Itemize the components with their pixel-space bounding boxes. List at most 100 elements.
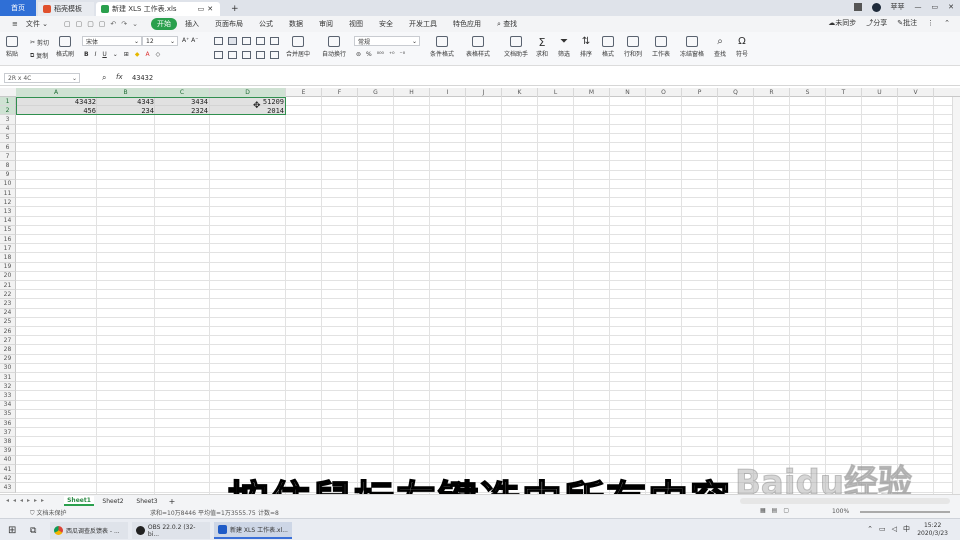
- row-header-16[interactable]: 16: [0, 235, 16, 245]
- column-header-s[interactable]: S: [790, 88, 826, 97]
- row-header-28[interactable]: 28: [0, 345, 16, 355]
- cell-d2[interactable]: 2014: [210, 107, 284, 116]
- tab-close-icon[interactable]: ✕: [207, 5, 213, 13]
- table-style-button[interactable]: 表格样式: [466, 36, 490, 58]
- minimize-icon[interactable]: —: [915, 3, 922, 11]
- merge-center-button[interactable]: 合并居中: [286, 36, 310, 58]
- row-header-40[interactable]: 40: [0, 455, 16, 465]
- clock[interactable]: 15:22 2020/3/23: [917, 522, 948, 538]
- row-header-23[interactable]: 23: [0, 299, 16, 309]
- maximize-icon[interactable]: ▭: [932, 3, 939, 11]
- bold-button[interactable]: B: [84, 51, 89, 58]
- row-header-37[interactable]: 37: [0, 428, 16, 438]
- share-button[interactable]: ⤴分享: [866, 18, 887, 28]
- menu-home[interactable]: 开始: [151, 18, 178, 30]
- fill-color-icon[interactable]: ◆: [135, 51, 140, 58]
- column-header-a[interactable]: A: [16, 88, 97, 97]
- column-header-l[interactable]: L: [538, 88, 574, 97]
- column-header-g[interactable]: G: [358, 88, 394, 97]
- vertical-scrollbar[interactable]: [952, 97, 960, 494]
- network-icon[interactable]: ▭: [879, 525, 886, 533]
- row-header-8[interactable]: 8: [0, 161, 16, 171]
- horizontal-scrollbar[interactable]: [740, 498, 950, 504]
- sheet-nav-icons[interactable]: ◂◂◂▸▸▸: [6, 497, 48, 504]
- column-header-q[interactable]: Q: [718, 88, 754, 97]
- font-color-icon[interactable]: A: [145, 51, 149, 58]
- volume-icon[interactable]: ◁: [892, 525, 897, 533]
- comment-button[interactable]: ✎批注: [897, 18, 917, 28]
- row-header-39[interactable]: 39: [0, 446, 16, 456]
- row-header-3[interactable]: 3: [0, 115, 16, 125]
- paste-button[interactable]: 粘贴: [6, 36, 18, 58]
- decrease-decimal-icon[interactable]: ⁻⁰: [400, 51, 406, 58]
- zoom-formula-icon[interactable]: ⌕: [102, 73, 106, 83]
- row-header-34[interactable]: 34: [0, 400, 16, 410]
- menu-developer[interactable]: 开发工具: [401, 18, 445, 30]
- symbol-button[interactable]: Ω 符号: [736, 36, 748, 58]
- row-header-12[interactable]: 12: [0, 198, 16, 208]
- menu-review[interactable]: 审阅: [311, 18, 341, 30]
- menu-view[interactable]: 视图: [341, 18, 371, 30]
- row-header-32[interactable]: 32: [0, 382, 16, 392]
- cell-b1[interactable]: 4343: [97, 98, 154, 107]
- view-mode-icons[interactable]: ▦▤▢: [760, 507, 795, 514]
- avatar[interactable]: [871, 2, 881, 12]
- row-header-11[interactable]: 11: [0, 189, 16, 199]
- thousands-icon[interactable]: ⁰⁰⁰: [377, 51, 384, 58]
- taskbar-app-obs[interactable]: OBS 22.0.2 (32-bi...: [132, 522, 210, 539]
- increase-decimal-icon[interactable]: ⁺⁰: [389, 51, 395, 58]
- cut-button[interactable]: ✂ 剪切: [30, 38, 49, 47]
- row-header-2[interactable]: 2: [0, 106, 16, 116]
- clear-format-icon[interactable]: ◇: [156, 51, 161, 58]
- filter-button[interactable]: ⏷ 筛选: [558, 36, 570, 58]
- row-header-4[interactable]: 4: [0, 124, 16, 134]
- align-middle-icon[interactable]: [228, 37, 237, 45]
- add-sheet-button[interactable]: +: [166, 496, 178, 506]
- taskbar-app-browser[interactable]: 西瓜调查反馈表 - ...: [50, 522, 128, 539]
- align-center-icon[interactable]: [228, 51, 237, 59]
- row-header-9[interactable]: 9: [0, 170, 16, 180]
- menu-data[interactable]: 数据: [281, 18, 311, 30]
- tab-home[interactable]: 首页: [0, 0, 36, 16]
- row-header-18[interactable]: 18: [0, 253, 16, 263]
- row-header-20[interactable]: 20: [0, 271, 16, 281]
- protect-status[interactable]: ⛉ 文档未保护: [30, 508, 66, 518]
- name-box[interactable]: 2R x 4C ⌄: [4, 73, 80, 83]
- wrap-text-button[interactable]: 自动换行: [322, 36, 346, 58]
- tray-up-icon[interactable]: ⌃: [867, 525, 873, 533]
- outdent-icon[interactable]: [270, 37, 279, 45]
- cell-a1[interactable]: 43432: [18, 98, 96, 107]
- align-left-icon[interactable]: [214, 51, 223, 59]
- zoom-slider[interactable]: [860, 511, 950, 513]
- format-button[interactable]: 格式: [602, 36, 614, 58]
- panel-icon[interactable]: [853, 3, 862, 11]
- column-header-t[interactable]: T: [826, 88, 862, 97]
- italic-button[interactable]: I: [95, 51, 97, 58]
- percent-button[interactable]: %: [366, 51, 372, 58]
- hamburger-icon[interactable]: ≡: [4, 18, 26, 30]
- sheet-tab-3[interactable]: Sheet3: [132, 496, 162, 506]
- column-header-v[interactable]: V: [898, 88, 934, 97]
- tab-document[interactable]: 新建 XLS 工作表.xls ▭ ✕: [96, 2, 220, 16]
- row-header-25[interactable]: 25: [0, 317, 16, 327]
- distribute-icon[interactable]: [270, 51, 279, 59]
- format-painter-button[interactable]: 格式刷: [56, 36, 74, 58]
- conditional-format-button[interactable]: 条件格式: [430, 36, 454, 58]
- row-header-1[interactable]: 1: [0, 97, 16, 107]
- row-header-36[interactable]: 36: [0, 419, 16, 429]
- tab-window-icon[interactable]: ▭: [198, 5, 205, 13]
- menu-insert[interactable]: 插入: [177, 18, 207, 30]
- column-header-h[interactable]: H: [394, 88, 430, 97]
- font-name-select[interactable]: 宋体 ⌄: [82, 36, 142, 46]
- cell-c2[interactable]: 2324: [156, 107, 208, 116]
- row-header-6[interactable]: 6: [0, 143, 16, 153]
- task-view-button[interactable]: ⧉: [26, 522, 40, 539]
- row-header-27[interactable]: 27: [0, 336, 16, 346]
- taskbar-app-wps[interactable]: 新建 XLS 工作表.xl...: [214, 522, 292, 539]
- row-header-24[interactable]: 24: [0, 308, 16, 318]
- worksheet-button[interactable]: 工作表: [652, 36, 670, 58]
- row-header-30[interactable]: 30: [0, 363, 16, 373]
- collapse-icon[interactable]: ⌃: [944, 19, 950, 27]
- row-header-7[interactable]: 7: [0, 152, 16, 162]
- sheet-tab-1[interactable]: Sheet1: [64, 496, 94, 506]
